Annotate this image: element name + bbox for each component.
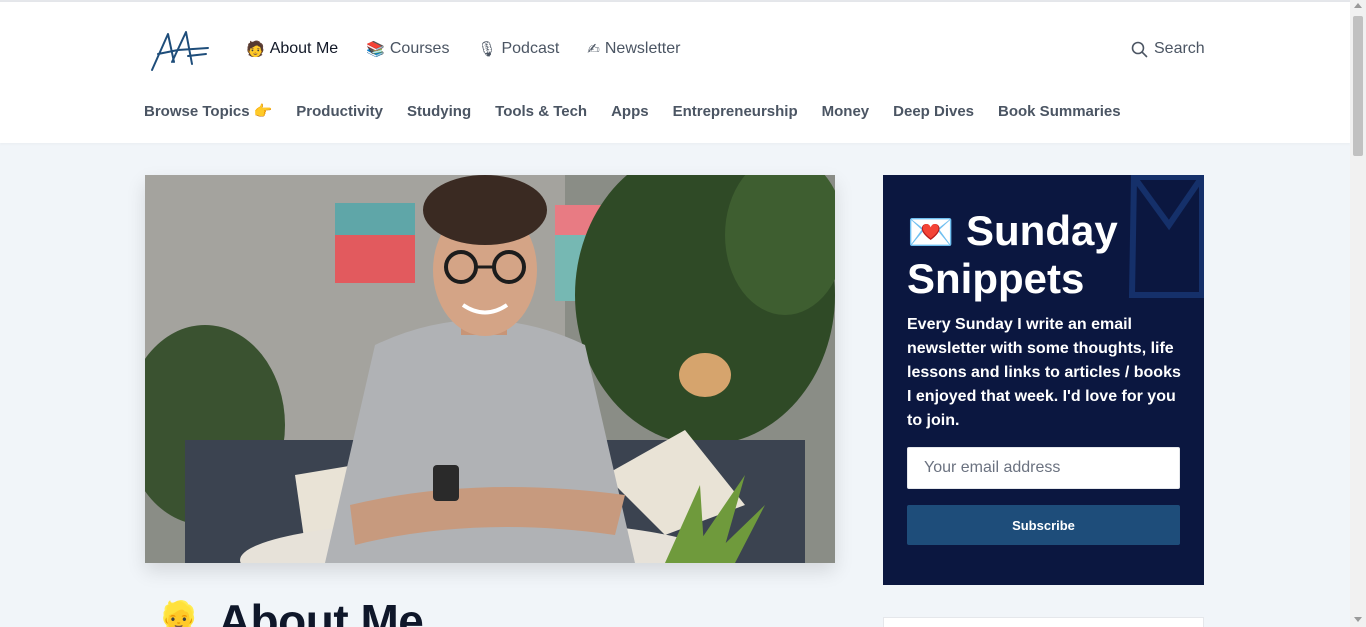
topic-book-summaries[interactable]: Book Summaries	[998, 103, 1121, 120]
about-heading: 👱 About Me	[155, 594, 424, 627]
topic-label: Browse Topics	[144, 103, 250, 120]
page-scrollbar[interactable]	[1350, 0, 1366, 627]
smiling-man-photo	[145, 175, 835, 563]
newsletter-title: 💌 Sunday Snippets	[907, 207, 1187, 303]
site-logo[interactable]	[148, 28, 212, 74]
writing-hand-icon: ✍	[587, 39, 600, 58]
books-icon: 📚	[366, 39, 385, 58]
email-field[interactable]	[907, 447, 1180, 489]
nav-label: Newsletter	[604, 40, 681, 57]
topic-tools-tech[interactable]: Tools & Tech	[495, 103, 587, 120]
sidebar-card	[883, 617, 1204, 627]
topic-productivity[interactable]: Productivity	[296, 103, 383, 120]
pointing-hand-icon: 👉	[253, 102, 273, 120]
topic-apps[interactable]: Apps	[611, 103, 649, 120]
subscribe-button[interactable]: Subscribe	[907, 505, 1180, 545]
scroll-up-arrow-icon[interactable]	[1354, 3, 1362, 8]
search-button[interactable]: Search	[1131, 40, 1205, 58]
love-letter-icon: 💌	[907, 210, 955, 254]
topic-deep-dives[interactable]: Deep Dives	[893, 103, 974, 120]
nav-podcast[interactable]: 🎙 Podcast	[477, 40, 559, 58]
search-icon	[1131, 41, 1148, 57]
blond-person-icon: 👱	[155, 599, 202, 627]
topic-entrepreneurship[interactable]: Entrepreneurship	[673, 103, 798, 120]
hero-photo	[145, 175, 835, 563]
nav-label: Courses	[389, 40, 450, 57]
topics-nav: Browse Topics 👉 Productivity Studying To…	[144, 103, 1121, 120]
scroll-down-arrow-icon[interactable]	[1354, 617, 1362, 622]
site-header: 🧑 About Me 📚 Courses 🎙 Podcast ✍ Newslet…	[0, 2, 1350, 143]
scroll-thumb[interactable]	[1353, 16, 1363, 156]
newsletter-card: 💌 Sunday Snippets Every Sunday I write a…	[883, 175, 1204, 585]
page-title: About Me	[217, 595, 424, 627]
nav-label: Podcast	[501, 40, 560, 57]
search-label: Search	[1154, 40, 1205, 57]
topic-browse-topics[interactable]: Browse Topics 👉	[144, 103, 272, 120]
microphone-icon: 🎙	[477, 39, 497, 58]
topic-money[interactable]: Money	[822, 103, 870, 120]
newsletter-description: Every Sunday I write an email newsletter…	[907, 316, 1181, 429]
person-icon: 🧑	[246, 39, 265, 58]
nav-label: About Me	[269, 40, 339, 57]
topic-studying[interactable]: Studying	[407, 103, 471, 120]
nav-about-me[interactable]: 🧑 About Me	[246, 40, 338, 58]
nav-courses[interactable]: 📚 Courses	[366, 40, 449, 58]
main-nav: 🧑 About Me 📚 Courses 🎙 Podcast ✍ Newslet…	[246, 40, 680, 58]
nav-newsletter[interactable]: ✍ Newsletter	[587, 40, 680, 58]
